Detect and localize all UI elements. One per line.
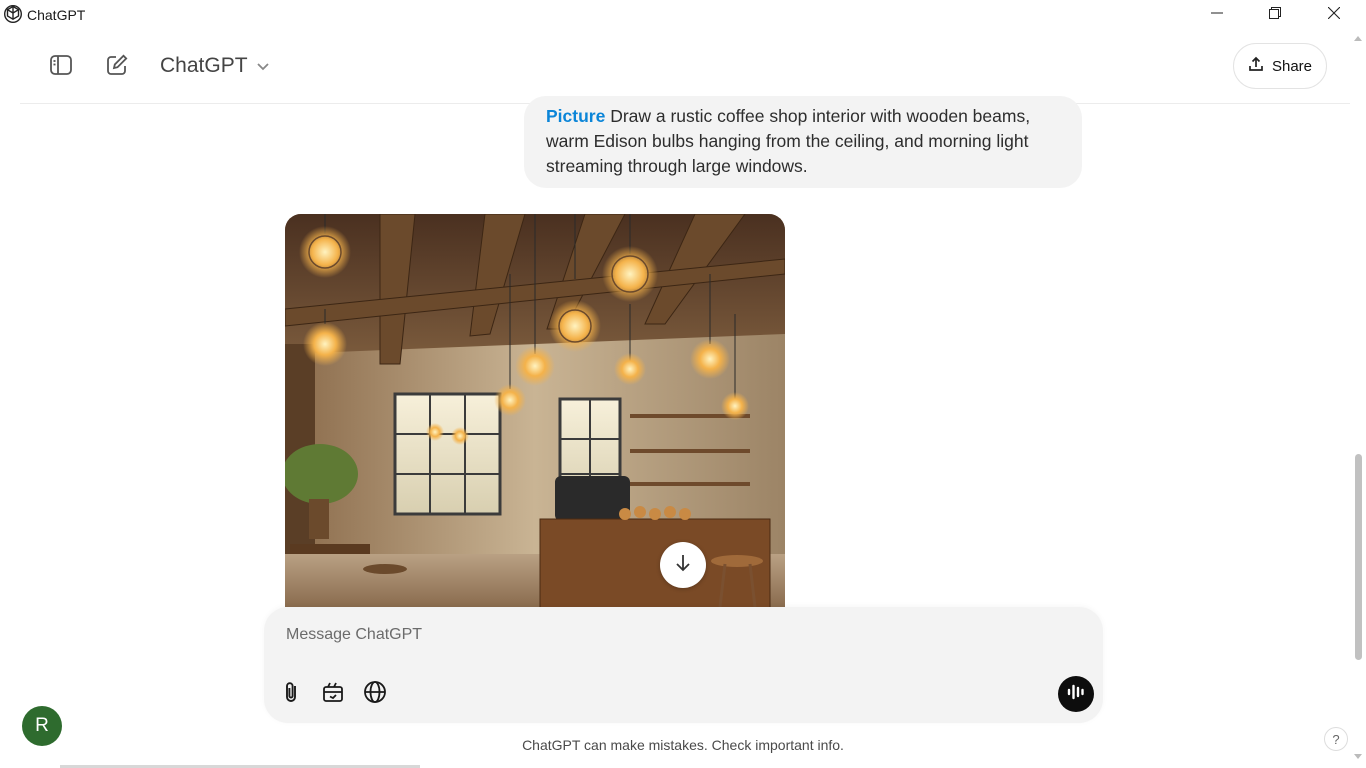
window-titlebar: ChatGPT: [0, 0, 1366, 30]
model-name-label: ChatGPT: [160, 54, 248, 77]
voice-icon: [1066, 683, 1086, 706]
openai-logo-icon: [3, 4, 23, 24]
web-search-button[interactable]: [361, 680, 389, 708]
picture-tag: Picture: [546, 106, 606, 126]
message-input[interactable]: [284, 623, 988, 647]
generated-image[interactable]: [285, 214, 785, 607]
model-selector[interactable]: ChatGPT: [160, 54, 270, 78]
tools-icon: [321, 680, 345, 709]
minimize-icon: [1211, 6, 1223, 24]
share-label: Share: [1271, 57, 1313, 75]
voice-mode-button[interactable]: [1058, 676, 1094, 712]
user-message-text: Draw a rustic coffee shop interior with …: [546, 106, 1031, 176]
help-button[interactable]: ?: [1324, 727, 1348, 751]
arrow-down-icon: [674, 553, 692, 578]
chat-header: ChatGPT Share: [0, 30, 1350, 104]
close-button[interactable]: [1311, 0, 1357, 30]
window-title: ChatGPT: [27, 7, 86, 23]
scrollbar[interactable]: [1350, 30, 1366, 768]
compose-icon: [105, 53, 129, 82]
user-message-bubble: Picture Draw a rustic coffee shop interi…: [524, 96, 1082, 188]
message-composer: [264, 607, 1103, 723]
scroll-to-bottom-button[interactable]: [660, 542, 706, 588]
user-avatar[interactable]: R: [22, 706, 62, 746]
new-chat-button[interactable]: [97, 47, 137, 87]
sidebar-icon: [49, 53, 73, 82]
tools-button[interactable]: [319, 680, 347, 708]
restore-button[interactable]: [1252, 0, 1298, 30]
restore-icon: [1269, 6, 1281, 24]
scroll-down-arrow-icon[interactable]: [1354, 754, 1362, 759]
globe-icon: [363, 680, 387, 709]
scroll-up-arrow-icon[interactable]: [1354, 36, 1362, 41]
scrollbar-thumb[interactable]: [1355, 454, 1362, 660]
sidebar-toggle-button[interactable]: [41, 47, 81, 87]
attach-button[interactable]: [278, 680, 306, 708]
share-button[interactable]: Share: [1233, 43, 1327, 89]
chevron-down-icon: [256, 54, 270, 78]
close-icon: [1327, 6, 1341, 24]
paperclip-icon: [281, 680, 303, 709]
share-icon: [1248, 56, 1264, 76]
minimize-button[interactable]: [1194, 0, 1240, 30]
disclaimer-text: ChatGPT can make mistakes. Check importa…: [522, 737, 844, 753]
